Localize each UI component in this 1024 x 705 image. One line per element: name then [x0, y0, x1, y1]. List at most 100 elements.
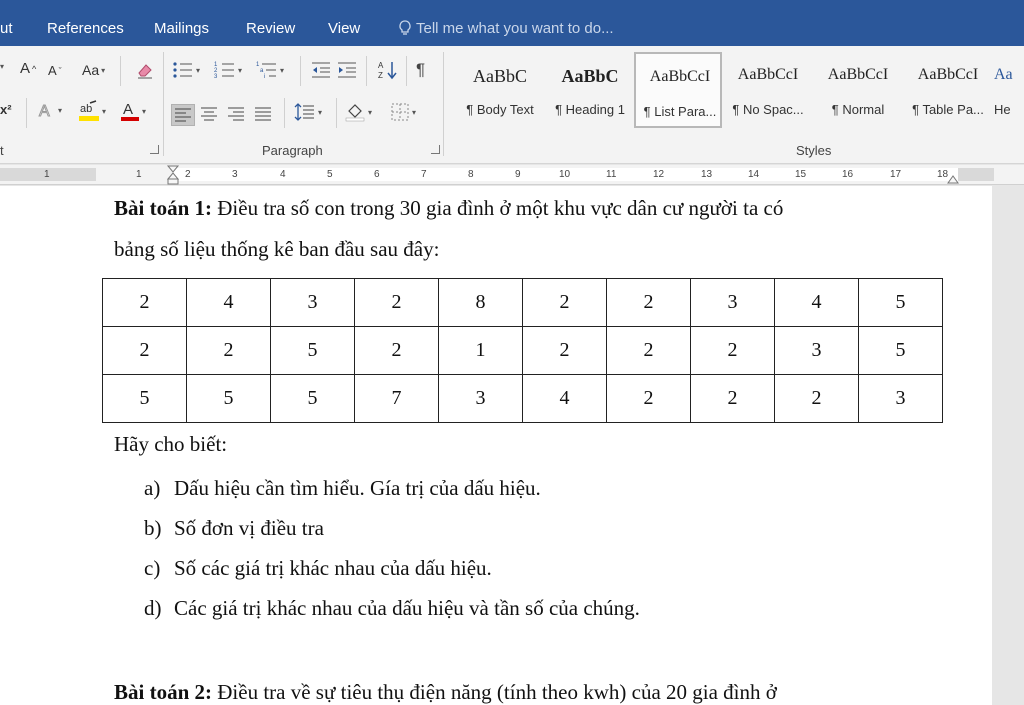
multilevel-list-button[interactable]: 1 a i ▾	[256, 60, 284, 80]
ruler-number: 7	[421, 169, 427, 180]
table-cell[interactable]: 2	[102, 278, 187, 327]
superscript-button[interactable]: x²	[0, 102, 12, 117]
ruler-number: 2	[185, 169, 191, 180]
style-normal[interactable]: AaBbCcI ¶ Normal	[814, 52, 902, 128]
style-heading-partial[interactable]: Aa He	[994, 52, 1024, 128]
shrink-font-button[interactable]: Aˇ	[48, 63, 62, 78]
table-cell[interactable]: 1	[438, 326, 523, 375]
align-right-button[interactable]	[225, 104, 249, 126]
table-cell[interactable]: 2	[354, 278, 439, 327]
table-cell[interactable]: 3	[438, 374, 523, 423]
list-item-text: Dấu hiệu cần tìm hiểu. Gía trị của dấu h…	[174, 476, 541, 500]
tab-references[interactable]: References	[47, 20, 124, 37]
style-sample: AaBbCcI	[649, 68, 711, 85]
table-cell[interactable]: 2	[102, 326, 187, 375]
right-indent-marker-icon[interactable]	[946, 173, 960, 185]
style-name: ¶ No Spac...	[732, 102, 804, 117]
table-cell[interactable]: 2	[522, 278, 607, 327]
tab-view[interactable]: View	[328, 20, 360, 37]
svg-text:A: A	[123, 101, 133, 118]
table-cell[interactable]: 5	[102, 374, 187, 423]
table-cell[interactable]: 4	[522, 374, 607, 423]
vertical-scrollbar[interactable]	[992, 186, 1024, 705]
table-cell[interactable]: 2	[522, 326, 607, 375]
question-prompt: Hãy cho biết:	[114, 432, 228, 456]
align-left-button[interactable]	[171, 104, 195, 126]
decrease-indent-button[interactable]	[310, 60, 332, 80]
increase-indent-button[interactable]	[336, 60, 358, 80]
document-canvas: Bài toán 1: Điều tra số con trong 30 gia…	[0, 186, 1024, 705]
table-cell[interactable]: 7	[354, 374, 439, 423]
clear-formatting-button[interactable]	[135, 60, 155, 80]
table-cell[interactable]: 2	[606, 278, 691, 327]
ruler-number: 14	[748, 169, 760, 180]
table-cell[interactable]: 3	[858, 374, 943, 423]
text-effects-button[interactable]: A ▾	[36, 100, 63, 121]
list-item: a) Dấu hiệu cần tìm hiểu. Gía trị của dấu…	[144, 476, 541, 501]
tab-mailings[interactable]: Mailings	[154, 20, 209, 37]
style-list-paragraph[interactable]: AaBbCcI ¶ List Para...	[634, 52, 722, 128]
ruler-number: 15	[795, 169, 807, 180]
tab-review[interactable]: Review	[246, 20, 295, 37]
style-name: He	[994, 102, 1011, 117]
table-cell[interactable]: 2	[774, 374, 859, 423]
horizontal-ruler[interactable]: 1 1 2 3 4 5 6 7 8 9 10 11 12 13 14 15 16…	[0, 165, 1024, 185]
table-cell[interactable]: 4	[774, 278, 859, 327]
grow-font-button[interactable]: A ^	[20, 60, 36, 77]
line-spacing-button[interactable]: ▾	[294, 102, 322, 122]
table-cell[interactable]: 3	[270, 278, 355, 327]
sort-button[interactable]: AZ	[378, 60, 398, 80]
highlight-button[interactable]: ab ▾	[78, 99, 106, 123]
multilevel-list-icon: 1ai	[256, 62, 276, 80]
style-sample: Aa	[994, 66, 1013, 83]
table-cell[interactable]: 5	[270, 374, 355, 423]
show-formatting-button[interactable]: ¶	[416, 60, 425, 80]
table-cell[interactable]: 5	[270, 326, 355, 375]
document-page[interactable]: Bài toán 1: Điều tra số con trong 30 gia…	[0, 186, 992, 705]
table-cell[interactable]: 2	[186, 326, 271, 375]
font-color-button[interactable]: A ▾	[120, 99, 146, 123]
style-sample: AaBbC	[561, 66, 619, 86]
ruler-number: 6	[374, 169, 380, 180]
title-bar	[0, 0, 1024, 8]
align-left-icon	[175, 108, 191, 122]
font-dialog-launcher[interactable]	[150, 145, 159, 154]
borders-button[interactable]: ▾	[390, 102, 416, 122]
tell-me-text: Tell me what you want to do...	[416, 20, 614, 37]
table-cell[interactable]: 5	[186, 374, 271, 423]
eraser-icon	[138, 64, 152, 79]
table-cell[interactable]: 2	[606, 374, 691, 423]
table-cell[interactable]: 2	[690, 326, 775, 375]
numbering-button[interactable]: 1 2 3 ▾	[214, 60, 242, 80]
table-cell[interactable]: 2	[606, 326, 691, 375]
paragraph-dialog-launcher[interactable]	[431, 145, 440, 154]
table-cell[interactable]: 3	[690, 278, 775, 327]
tab-layout[interactable]: ut	[0, 20, 13, 37]
problem-2-text: Điều tra về sự tiêu thụ điện năng (tính …	[212, 680, 777, 704]
justify-button[interactable]	[252, 104, 276, 126]
shading-button[interactable]: ▾	[344, 102, 372, 122]
font-size-dropdown[interactable]: ▾	[0, 62, 4, 71]
table-cell[interactable]: 2	[354, 326, 439, 375]
table-cell[interactable]: 5	[858, 278, 943, 327]
change-case-button[interactable]: Aa ▾	[82, 62, 105, 78]
ruler-number: 13	[701, 169, 713, 180]
style-body-text[interactable]: AaBbC ¶ Body Text	[456, 52, 544, 128]
svg-text:3: 3	[214, 74, 218, 80]
table-cell[interactable]: 3	[774, 326, 859, 375]
paint-bucket-icon	[345, 104, 365, 122]
table-cell[interactable]: 2	[690, 374, 775, 423]
table-cell[interactable]: 8	[438, 278, 523, 327]
tell-me-box[interactable]: Tell me what you want to do...	[398, 20, 614, 37]
style-table-paragraph[interactable]: AaBbCcI ¶ Table Pa...	[904, 52, 992, 128]
problem-1-line-2: bảng số liệu thống kê ban đầu sau đây:	[114, 237, 440, 261]
list-item-text: Số đơn vị điều tra	[174, 516, 324, 540]
bullets-button[interactable]: ▾	[172, 60, 200, 80]
font-color-icon: A	[121, 101, 139, 121]
align-center-button[interactable]	[198, 104, 222, 126]
table-cell[interactable]: 5	[858, 326, 943, 375]
table-cell[interactable]: 4	[186, 278, 271, 327]
indent-marker-icon[interactable]	[166, 165, 180, 185]
style-heading-1[interactable]: AaBbC ¶ Heading 1	[546, 52, 634, 128]
style-no-spacing[interactable]: AaBbCcI ¶ No Spac...	[724, 52, 812, 128]
